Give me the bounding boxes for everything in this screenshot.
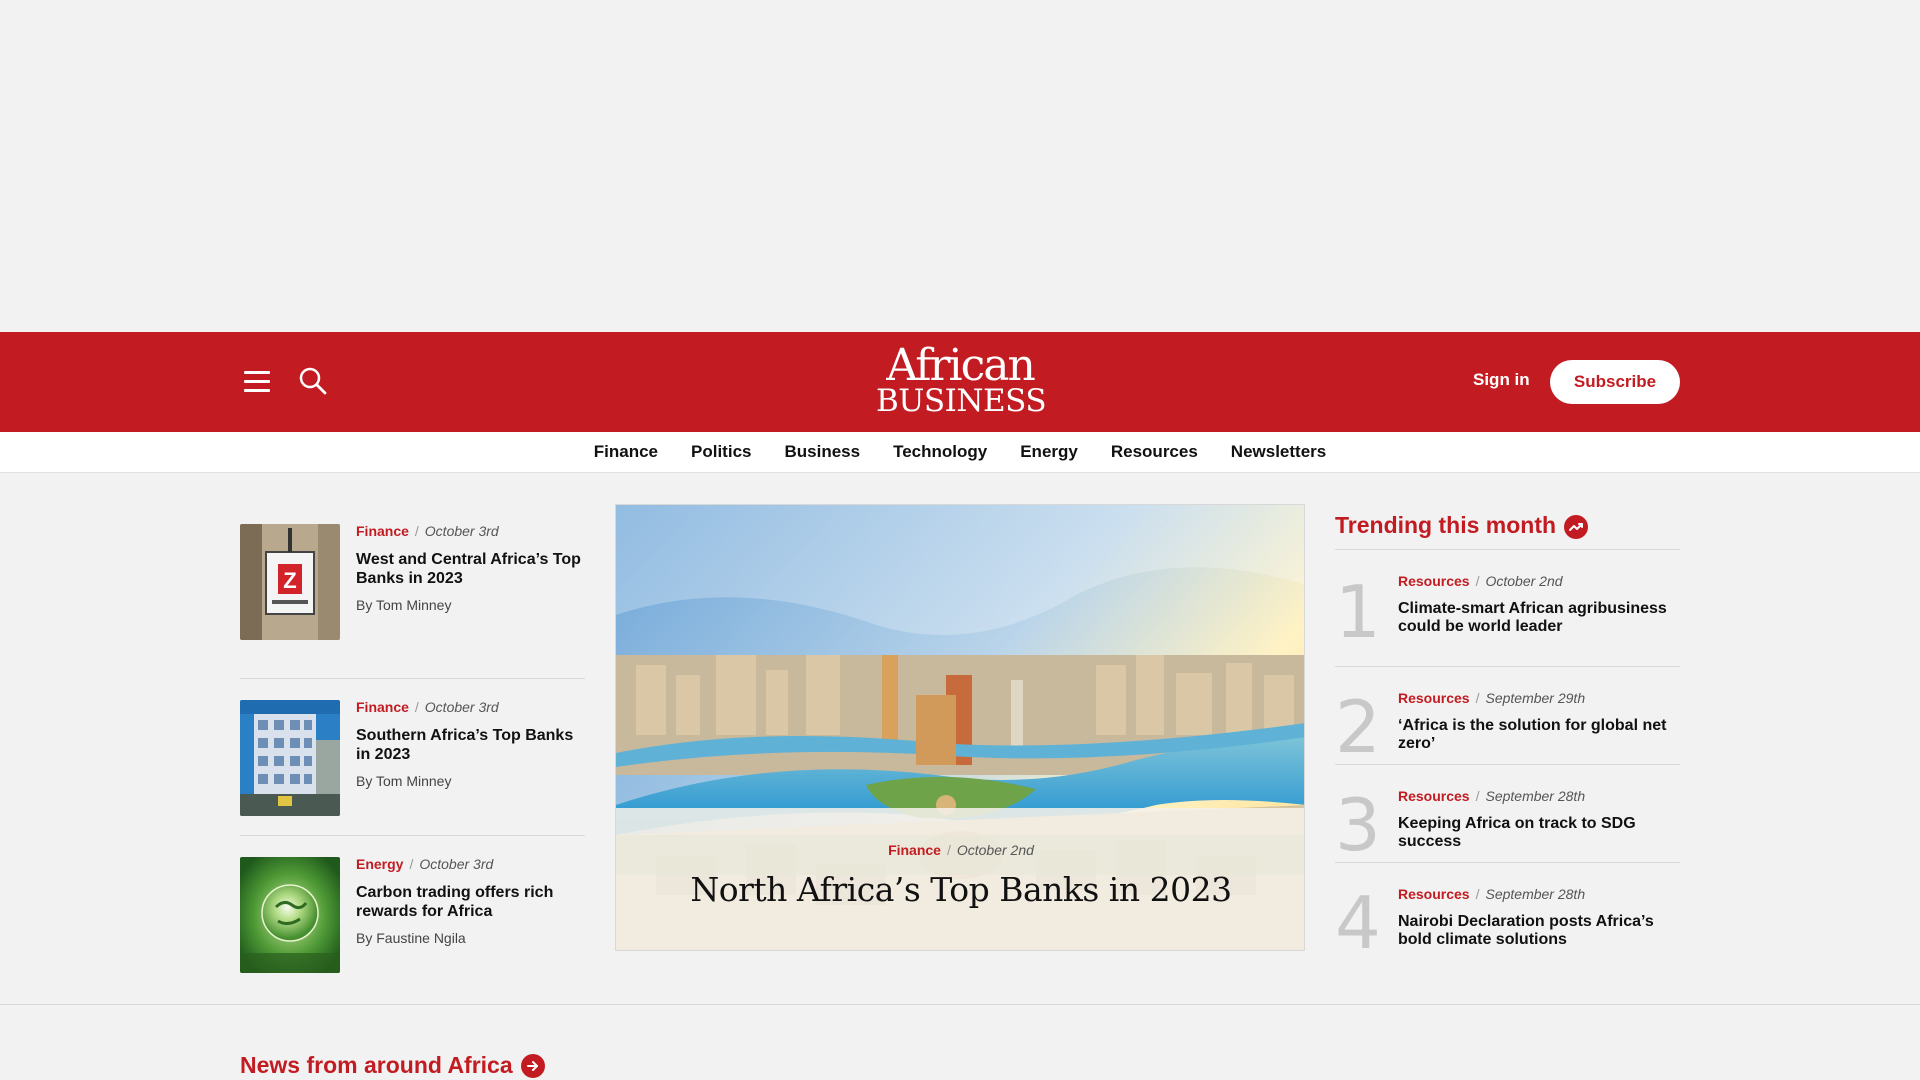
logo-top-text: African [886, 340, 1036, 391]
article-card: Finance / October 3rd Southern Africa’s To… [240, 679, 585, 836]
trending-heading: Trending this month [1335, 512, 1557, 538]
article-thumbnail[interactable]: Z [240, 524, 340, 640]
article-byline: By Faustine Ngila [356, 930, 466, 946]
masthead: African BUSINESS Sign in Subscribe [0, 332, 1920, 432]
trending-item: 2 Resources / September 29th ‘Africa is th… [1335, 667, 1680, 765]
trending-date: September 28th [1485, 788, 1586, 804]
svg-text:Z: Z [283, 568, 296, 593]
subscribe-button[interactable]: Subscribe [1550, 360, 1680, 404]
trending-title[interactable]: ‘Africa is the solution for global net z… [1398, 717, 1680, 753]
arrow-right-icon[interactable] [520, 1053, 545, 1078]
news-section-heading: News from around Africa [240, 1052, 513, 1078]
featured-title[interactable]: North Africa’s Top Banks in 2023 [616, 870, 1304, 909]
trending-item: 4 Resources / September 28th Nairobi Decla… [1335, 863, 1680, 961]
article-card: Energy / October 3rd Carbon trading offers… [240, 836, 585, 993]
trending-item: 3 Resources / September 28th Keeping Afric… [1335, 765, 1680, 863]
trending-title[interactable]: Nairobi Declaration posts Africa’s bold … [1398, 913, 1680, 949]
trending-up-icon [1564, 514, 1589, 539]
article-date: October 3rd [419, 856, 494, 872]
site-logo[interactable]: African BUSINESS [876, 340, 1047, 420]
trending-title[interactable]: Keeping Africa on track to SDG success [1398, 815, 1680, 851]
category-nav: Finance Politics Business Technology Ene… [0, 432, 1920, 473]
featured-article-caption: Finance / October 2nd North Africa’s Top B… [616, 808, 1304, 950]
trending-date: September 29th [1485, 690, 1586, 706]
trending-category[interactable]: Resources [1398, 788, 1470, 804]
nav-item-technology[interactable]: Technology [893, 442, 987, 462]
article-byline: By Tom Minney [356, 597, 452, 613]
hamburger-menu-icon[interactable] [244, 366, 272, 398]
news-section-heading-link[interactable]: News from around Africa [240, 1052, 545, 1079]
featured-date: October 2nd [956, 842, 1034, 858]
trending-date: September 28th [1485, 886, 1586, 902]
article-thumbnail[interactable] [240, 857, 340, 973]
ad-space [0, 0, 1920, 332]
search-icon[interactable] [298, 366, 330, 398]
article-date: October 3rd [424, 523, 499, 539]
left-article-list: Z Finance / October 3rd West and Central A… [240, 522, 585, 993]
trending-category[interactable]: Resources [1398, 690, 1470, 706]
trending-rank: 1 [1335, 570, 1381, 654]
trending-date: October 2nd [1485, 573, 1563, 589]
trending-category[interactable]: Resources [1398, 886, 1470, 902]
nav-item-resources[interactable]: Resources [1111, 442, 1198, 462]
nav-item-politics[interactable]: Politics [691, 442, 751, 462]
logo-bottom-text: BUSINESS [876, 383, 1047, 419]
article-category[interactable]: Finance [356, 699, 409, 715]
trending-rank: 2 [1335, 685, 1381, 769]
section-divider [0, 1004, 1920, 1005]
article-category[interactable]: Finance [356, 523, 409, 539]
article-thumbnail[interactable] [240, 700, 340, 816]
featured-category[interactable]: Finance [888, 842, 941, 858]
nav-item-business[interactable]: Business [784, 442, 860, 462]
trending-heading-row: Trending this month [1335, 502, 1680, 550]
article-byline: By Tom Minney [356, 773, 452, 789]
featured-article[interactable]: Finance / October 2nd North Africa’s Top B… [615, 504, 1305, 951]
nav-item-finance[interactable]: Finance [594, 442, 658, 462]
article-category[interactable]: Energy [356, 856, 403, 872]
trending-category[interactable]: Resources [1398, 573, 1470, 589]
article-card: Z Finance / October 3rd West and Central A… [240, 522, 585, 679]
nav-item-energy[interactable]: Energy [1020, 442, 1078, 462]
nav-item-newsletters[interactable]: Newsletters [1231, 442, 1326, 462]
article-title[interactable]: Carbon trading offers rich rewards for A… [356, 883, 585, 921]
trending-title[interactable]: Climate-smart African agribusiness could… [1398, 600, 1680, 636]
article-date: October 3rd [424, 699, 499, 715]
article-title[interactable]: Southern Africa’s Top Banks in 2023 [356, 726, 585, 764]
sign-in-link[interactable]: Sign in [1473, 370, 1530, 390]
trending-item: 1 Resources / October 2nd Climate-smart Af… [1335, 550, 1680, 667]
trending-rank: 4 [1335, 881, 1381, 965]
trending-rank: 3 [1335, 783, 1381, 867]
article-title[interactable]: West and Central Africa’s Top Banks in 2… [356, 550, 585, 588]
trending-panel: Trending this month 1 Resources / October … [1335, 502, 1680, 961]
